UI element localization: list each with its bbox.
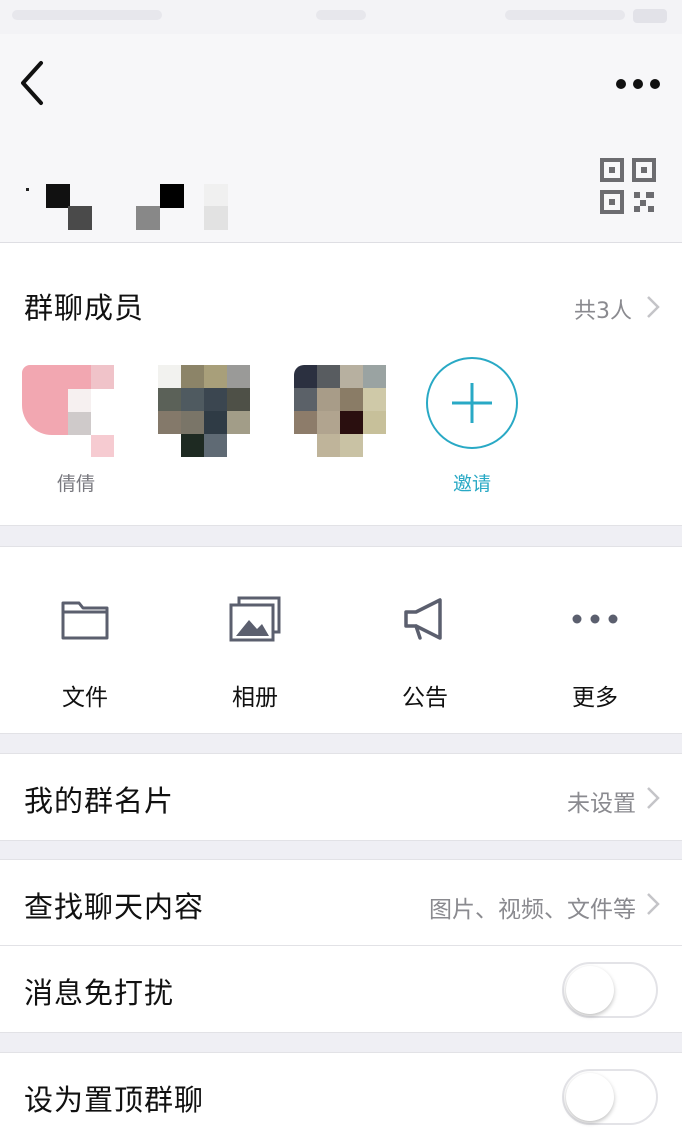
group-name-pixel bbox=[204, 206, 228, 230]
member-avatar[interactable] bbox=[158, 365, 250, 457]
group-name[interactable] bbox=[22, 158, 242, 230]
photo-album-icon bbox=[229, 596, 281, 642]
files-button[interactable]: 文件 bbox=[0, 547, 170, 733]
chevron-right-icon bbox=[647, 296, 660, 318]
status-indicators bbox=[505, 10, 625, 20]
chevron-right-icon bbox=[647, 893, 660, 915]
group-header bbox=[0, 134, 682, 243]
member-name: 倩倩 bbox=[56, 473, 95, 495]
more-tools-label: 更多 bbox=[572, 685, 618, 711]
announcement-label: 公告 bbox=[402, 685, 448, 711]
group-name-pixel bbox=[160, 184, 184, 208]
announcement-button[interactable]: 公告 bbox=[340, 547, 510, 733]
tools-section: 文件 相册 公告 更多 bbox=[0, 546, 682, 734]
chevron-left-icon bbox=[21, 61, 43, 105]
mute-row: 消息免打扰 bbox=[0, 946, 682, 1033]
search-chat-row[interactable]: 查找聊天内容 图片、视频、文件等 bbox=[0, 859, 682, 946]
files-label: 文件 bbox=[62, 685, 108, 711]
search-chat-value: 图片、视频、文件等 bbox=[429, 897, 636, 923]
group-name-pixel bbox=[204, 184, 228, 208]
album-label: 相册 bbox=[232, 685, 278, 711]
member-avatar[interactable] bbox=[22, 365, 114, 457]
pin-toggle[interactable] bbox=[562, 1069, 658, 1125]
mute-label: 消息免打扰 bbox=[24, 976, 175, 1010]
search-chat-label: 查找聊天内容 bbox=[24, 890, 205, 924]
qr-code-icon bbox=[600, 158, 656, 214]
status-bar bbox=[0, 0, 682, 34]
more-dots-icon bbox=[572, 614, 618, 624]
nav-bar bbox=[0, 34, 682, 134]
invite-label: 邀请 bbox=[452, 473, 491, 495]
status-time bbox=[316, 10, 366, 20]
my-group-card-label: 我的群名片 bbox=[24, 784, 175, 818]
album-button[interactable]: 相册 bbox=[170, 547, 340, 733]
group-name-pixel bbox=[136, 206, 160, 230]
my-group-card-value: 未设置 bbox=[567, 791, 636, 817]
pin-row: 设为置顶群聊 bbox=[0, 1052, 682, 1133]
battery-icon bbox=[633, 9, 667, 23]
members-section: 群聊成员 共3人 倩倩 邀请 bbox=[0, 243, 682, 526]
group-name-pixel bbox=[68, 206, 92, 230]
invite-button[interactable] bbox=[426, 357, 518, 449]
plus-icon bbox=[452, 383, 492, 423]
pin-label: 设为置顶群聊 bbox=[24, 1083, 205, 1117]
mute-toggle[interactable] bbox=[562, 962, 658, 1018]
more-button[interactable] bbox=[612, 64, 664, 104]
member-avatar[interactable] bbox=[294, 365, 386, 457]
folder-icon bbox=[61, 601, 109, 640]
toggle-knob bbox=[566, 1073, 614, 1121]
toggle-knob bbox=[566, 966, 614, 1014]
members-count[interactable]: 共3人 bbox=[574, 293, 632, 325]
chevron-right-icon bbox=[647, 787, 660, 809]
more-dots-icon bbox=[616, 79, 660, 89]
my-group-card-row[interactable]: 我的群名片 未设置 bbox=[0, 753, 682, 841]
group-name-pixel bbox=[26, 188, 29, 191]
group-name-pixel bbox=[46, 184, 70, 208]
megaphone-icon bbox=[404, 598, 442, 640]
back-button[interactable] bbox=[10, 58, 54, 108]
more-tools-button[interactable]: 更多 bbox=[510, 547, 680, 733]
signal-indicator bbox=[12, 10, 162, 20]
qr-code-button[interactable] bbox=[600, 158, 660, 214]
members-title: 群聊成员 bbox=[24, 291, 145, 325]
